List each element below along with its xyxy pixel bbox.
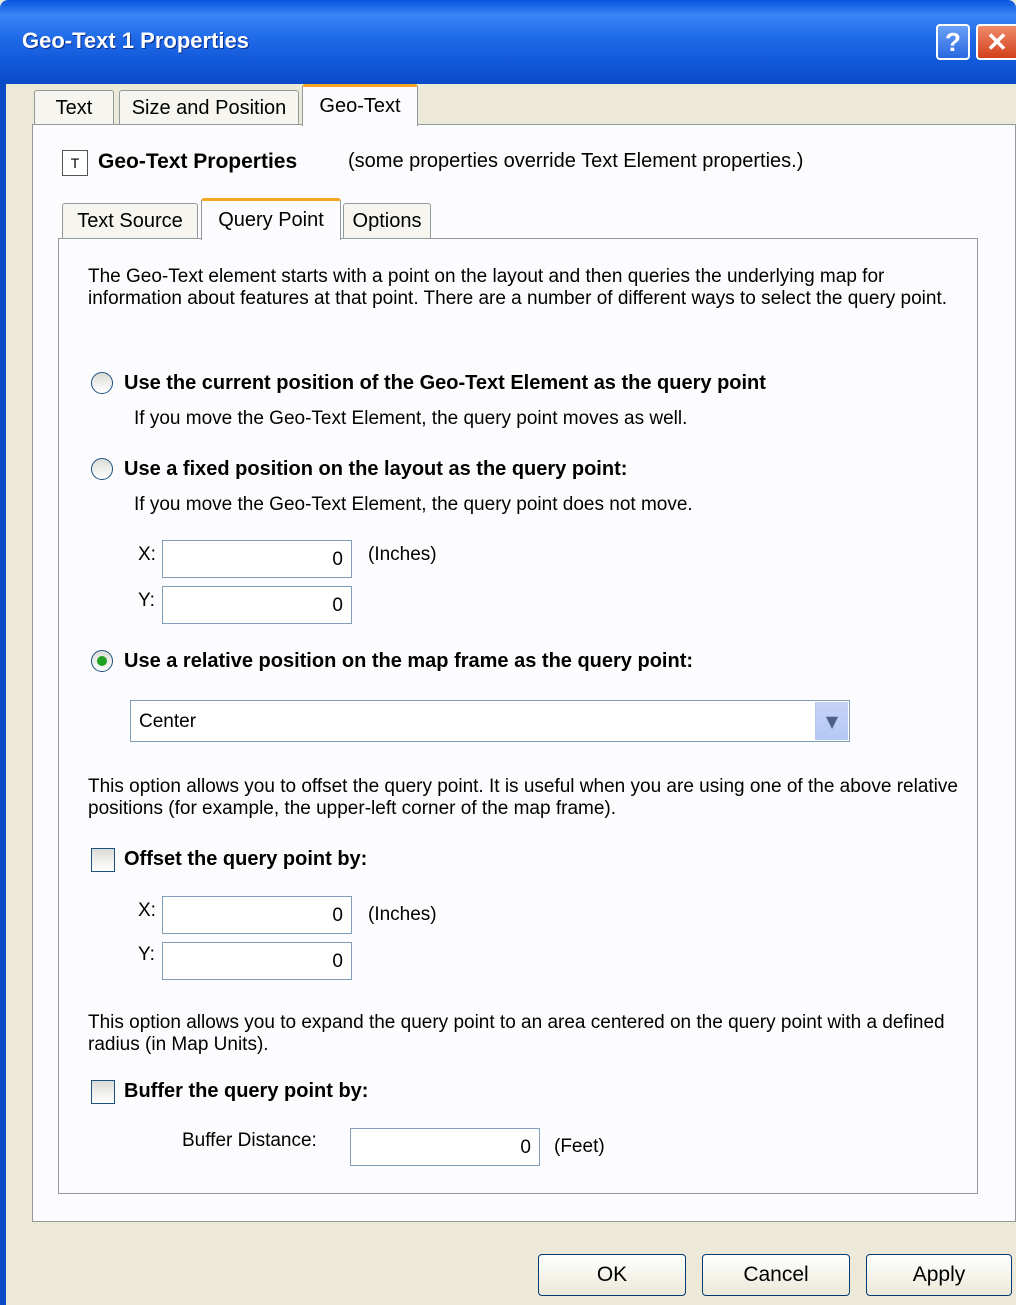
window-frame (0, 84, 6, 1305)
label-buffer: Buffer the query point by: (124, 1080, 369, 1102)
close-button[interactable]: ✕ (976, 24, 1016, 60)
title-bar[interactable]: Geo-Text 1 Properties ? ✕ (0, 0, 1016, 84)
geo-text-icon: T (62, 150, 88, 176)
offset-y-input[interactable]: 0 (162, 942, 352, 980)
tab-query-point[interactable]: Query Point (201, 198, 341, 240)
radio-fixed-position[interactable] (91, 458, 113, 480)
note-current-position: If you move the Geo-Text Element, the qu… (134, 408, 688, 429)
buffer-distance-unit: (Feet) (554, 1136, 605, 1157)
intro-text: The Geo-Text element starts with a point… (88, 266, 948, 309)
fixed-x-input[interactable]: 0 (162, 540, 352, 578)
apply-button[interactable]: Apply (866, 1254, 1012, 1296)
help-button[interactable]: ? (936, 24, 970, 60)
chevron-down-icon[interactable]: ▼ (815, 702, 848, 740)
note-fixed-position: If you move the Geo-Text Element, the qu… (134, 494, 693, 515)
fixed-y-input[interactable]: 0 (162, 586, 352, 624)
tab-options[interactable]: Options (343, 203, 431, 239)
offset-x-input[interactable]: 0 (162, 896, 352, 934)
offset-x-label: X: (138, 900, 156, 921)
fixed-y-label: Y: (138, 590, 155, 611)
offset-y-label: Y: (138, 944, 155, 965)
fixed-x-unit: (Inches) (368, 544, 437, 565)
radio-current-position[interactable] (91, 372, 113, 394)
radio-relative-position[interactable] (91, 650, 113, 672)
fixed-x-label: X: (138, 544, 156, 565)
cancel-button[interactable]: Cancel (702, 1254, 850, 1296)
tab-geo-text[interactable]: Geo-Text (302, 84, 418, 126)
relative-position-value: Center (139, 711, 197, 732)
ok-button[interactable]: OK (538, 1254, 686, 1296)
label-relative-position: Use a relative position on the map frame… (124, 650, 694, 672)
properties-dialog: Geo-Text 1 Properties ? ✕ Text Size and … (0, 0, 1016, 1305)
dialog-title: Geo-Text 1 Properties (22, 28, 249, 53)
label-current-position: Use the current position of the Geo-Text… (124, 372, 766, 394)
label-offset: Offset the query point by: (124, 848, 368, 870)
tab-size-and-position[interactable]: Size and Position (119, 90, 299, 126)
checkbox-offset[interactable] (91, 848, 115, 872)
tab-text[interactable]: Text (34, 90, 114, 126)
buffer-distance-input[interactable]: 0 (350, 1128, 540, 1166)
section-note: (some properties override Text Element p… (348, 150, 804, 172)
section-title: Geo-Text Properties (98, 150, 298, 173)
label-fixed-position: Use a fixed position on the layout as th… (124, 458, 628, 480)
relative-position-select[interactable]: Center ▼ (130, 700, 850, 742)
tab-text-source[interactable]: Text Source (62, 203, 198, 239)
buffer-description: This option allows you to expand the que… (88, 1012, 945, 1055)
offset-description: This option allows you to offset the que… (88, 776, 958, 819)
checkbox-buffer[interactable] (91, 1080, 115, 1104)
offset-x-unit: (Inches) (368, 904, 437, 925)
buffer-distance-label: Buffer Distance: (182, 1130, 317, 1151)
